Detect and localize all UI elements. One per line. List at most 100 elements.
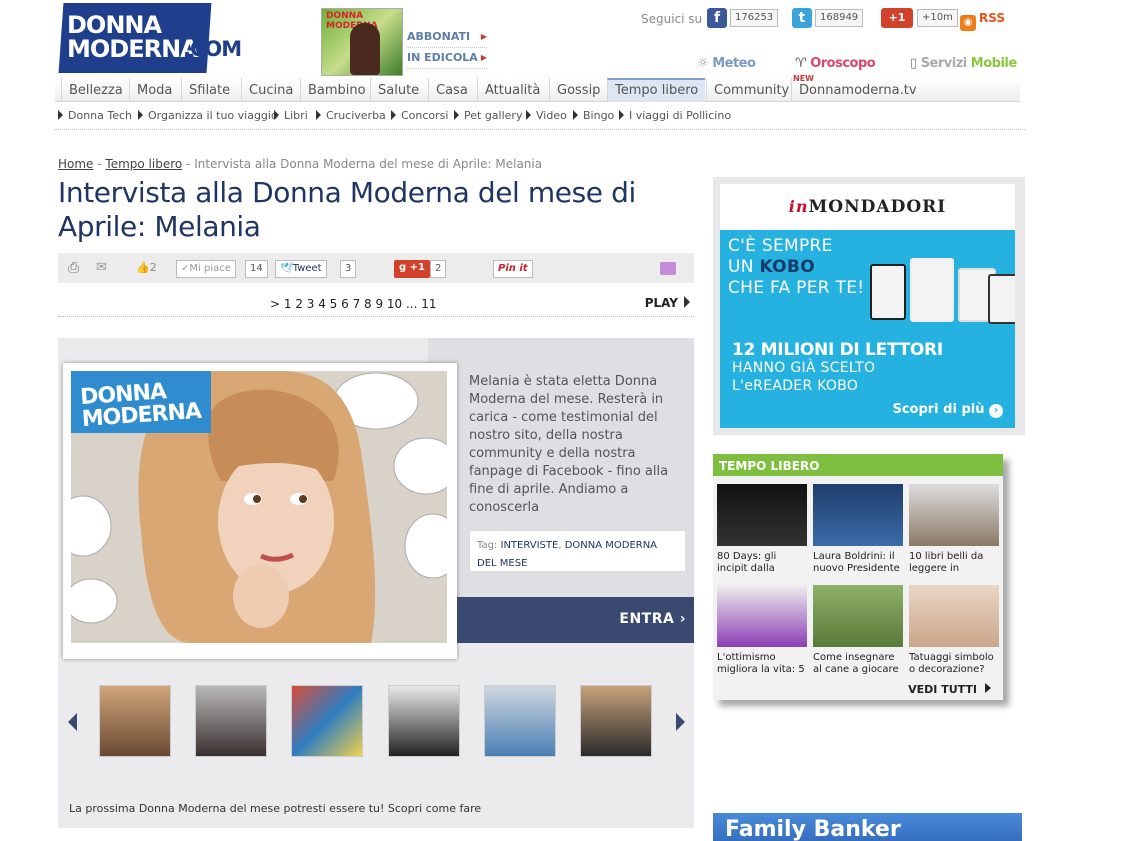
gallery-pager: > 1 2 3 4 5 6 7 8 9 10 ... 11 PLAY: [58, 295, 694, 317]
abbonati-link[interactable]: ABBONATI ▶: [407, 27, 487, 48]
tempo-libero-item[interactable]: Come insegnare al cane a giocare: [813, 585, 903, 676]
thumbnail-4[interactable]: [388, 685, 460, 757]
nav-tempo-libero[interactable]: Tempo libero: [607, 78, 706, 102]
triangle-right-icon: [454, 110, 459, 120]
melania-portrait: DONNA MODERNA: [71, 371, 447, 643]
tweet-count: 3: [340, 260, 357, 278]
chevron-right-icon: ›: [679, 611, 686, 627]
meteo-link[interactable]: ☼ Meteo: [697, 56, 756, 71]
tempo-libero-item[interactable]: 10 libri belli da leggere in: [909, 484, 999, 575]
breadcrumb-section[interactable]: Tempo libero: [105, 157, 182, 171]
share-bar: ⎙ ✉ 👍2 ✓Mi piace 14 🕊Tweet 3 g +1 2 Pin …: [58, 253, 694, 283]
in-edicola-link[interactable]: IN EDICOLA ▶: [407, 48, 487, 69]
rss-icon: ◉: [960, 15, 976, 31]
breadcrumb-current: Intervista alla Donna Moderna del mese d…: [194, 157, 543, 171]
triangle-right-icon: [573, 110, 578, 120]
family-banker-ad[interactable]: Family Banker: [713, 813, 1022, 841]
ad-blue-panel: C'È SEMPRE UN KOBO CHE FA PER TE! 12 MIL…: [720, 230, 1015, 428]
article-description: Melania è stata eletta Donna Moderna del…: [469, 374, 669, 515]
triangle-right-icon: [526, 110, 531, 120]
phone-icon: ▯: [910, 56, 917, 71]
google-plus-count: +10m: [917, 9, 958, 27]
nav-cucina[interactable]: Cucina: [241, 78, 300, 102]
triangle-right-icon: [316, 110, 321, 120]
photo-gallery: DONNA MODERNA Melania è stata eletta Donn…: [58, 338, 694, 828]
subnav-bingo[interactable]: Bingo: [573, 109, 614, 122]
magazine-cover[interactable]: DONNA MODERNA: [321, 8, 403, 76]
magazine-cover-figure: [350, 23, 380, 75]
thumbnail-6[interactable]: [580, 685, 652, 757]
twitter-icon[interactable]: t: [792, 8, 812, 28]
tempo-libero-item[interactable]: Laura Boldrini: il nuovo Presidente: [813, 484, 903, 575]
comment-icon[interactable]: [660, 262, 676, 275]
page-numbers[interactable]: > 1 2 3 4 5 6 7 8 9 10 ... 11: [270, 297, 437, 311]
email-icon[interactable]: ✉: [96, 260, 107, 278]
nav-moda[interactable]: Moda: [129, 78, 179, 102]
tweet-button[interactable]: 🕊Tweet: [275, 260, 327, 278]
entra-button[interactable]: ENTRA ›: [457, 597, 694, 643]
google-plus-one-button[interactable]: g +1: [394, 260, 430, 278]
nav-salute[interactable]: Salute: [370, 78, 426, 102]
chevron-right-icon: ▶: [480, 53, 487, 62]
subnav-donna-tech[interactable]: Donna Tech: [58, 109, 132, 122]
chevron-right-icon: ▶: [480, 32, 487, 41]
thumbnail-3[interactable]: [291, 685, 363, 757]
follow-label: Seguici su: [641, 12, 703, 26]
nav-sfilate[interactable]: Sfilate: [181, 78, 237, 102]
triangle-right-icon: [391, 110, 396, 120]
nav-attualita[interactable]: Attualità: [477, 78, 547, 102]
site-header: DONNA MODERNA .COM DONNA MODERNA ABBONAT…: [55, 0, 1025, 132]
thumbnail-5[interactable]: [484, 685, 556, 757]
promo-text[interactable]: La prossima Donna Moderna del mese potre…: [69, 802, 481, 815]
nav-gossip[interactable]: Gossip: [549, 78, 607, 102]
thumbnail-2[interactable]: [195, 685, 267, 757]
site-logo[interactable]: DONNA MODERNA .COM: [58, 3, 247, 73]
tempo-libero-item[interactable]: 80 Days: gli incipit dalla nuova: [717, 484, 807, 575]
sub-navigation: Donna Tech Organizza il tuo viaggio Libr…: [55, 107, 1020, 125]
mondadori-brand: inMONDADORI: [788, 197, 947, 217]
tag-interviste[interactable]: INTERVISTE: [501, 540, 559, 551]
thumbnail-1[interactable]: [99, 685, 171, 757]
book-cover-thumbnail: [717, 484, 807, 546]
twitter-bird-icon: 🕊: [280, 263, 293, 274]
triangle-right-icon: [274, 110, 279, 120]
twitter-count: 168949: [815, 9, 864, 27]
new-badge: NEW: [793, 74, 814, 83]
mi-piace-button[interactable]: ✓Mi piace: [176, 260, 236, 278]
triangle-right-icon: [58, 110, 63, 120]
main-photo[interactable]: DONNA MODERNA: [63, 363, 457, 659]
ad-tagline: C'È SEMPRE UN KOBO CHE FA PER TE!: [728, 236, 865, 298]
mondadori-ad[interactable]: inMONDADORI C'È SEMPRE UN KOBO CHE FA PE…: [713, 177, 1025, 435]
facebook-icon[interactable]: f: [707, 8, 727, 28]
likes-widget[interactable]: 👍2: [136, 260, 157, 278]
subnav-video[interactable]: Video: [526, 109, 567, 122]
tempo-libero-item[interactable]: Tatuaggi simbolo o decorazione?: [909, 585, 999, 676]
nav-bambino[interactable]: Bambino: [300, 78, 373, 102]
nav-bellezza[interactable]: Bellezza: [61, 78, 130, 102]
play-button[interactable]: PLAY: [645, 296, 690, 310]
pinterest-button[interactable]: Pin it: [493, 260, 533, 278]
print-icon[interactable]: ⎙: [68, 260, 79, 278]
rss-link[interactable]: ◉ RSS: [960, 11, 1005, 31]
breadcrumb-home[interactable]: Home: [58, 157, 93, 171]
subnav-organizza-viaggio[interactable]: Organizza il tuo viaggio: [138, 109, 278, 122]
subnav-pet-gallery[interactable]: Pet gallery: [454, 109, 522, 122]
servizi-mobile-link[interactable]: ▯ Servizi Mobile: [910, 56, 1017, 71]
tattoo-thumbnail: [909, 585, 999, 647]
google-plus-icon[interactable]: +1: [881, 8, 913, 28]
subnav-cruciverba[interactable]: Cruciverba: [316, 109, 386, 122]
nav-community[interactable]: Community: [706, 78, 796, 102]
subnav-concorsi[interactable]: Concorsi: [391, 109, 448, 122]
vedi-tutti-link[interactable]: VEDI TUTTI: [908, 683, 991, 696]
previous-arrow-icon[interactable]: [68, 713, 77, 731]
nav-casa[interactable]: Casa: [428, 78, 475, 102]
oroscopo-link[interactable]: ♈ Oroscopo: [795, 56, 876, 71]
google-plus-one-count: 2: [430, 260, 447, 278]
logo-com: .COM: [183, 37, 242, 61]
subnav-libri[interactable]: Libri: [274, 109, 308, 122]
subnav-viaggi-pollicino[interactable]: I viaggi di Pollicino: [619, 109, 731, 122]
triangle-right-icon: [138, 110, 143, 120]
tempo-libero-item[interactable]: L'ottimismo migliora la vita: 5: [717, 585, 807, 676]
ad-cta[interactable]: Scopri di più ›: [892, 402, 1003, 418]
next-arrow-icon[interactable]: [676, 713, 685, 731]
